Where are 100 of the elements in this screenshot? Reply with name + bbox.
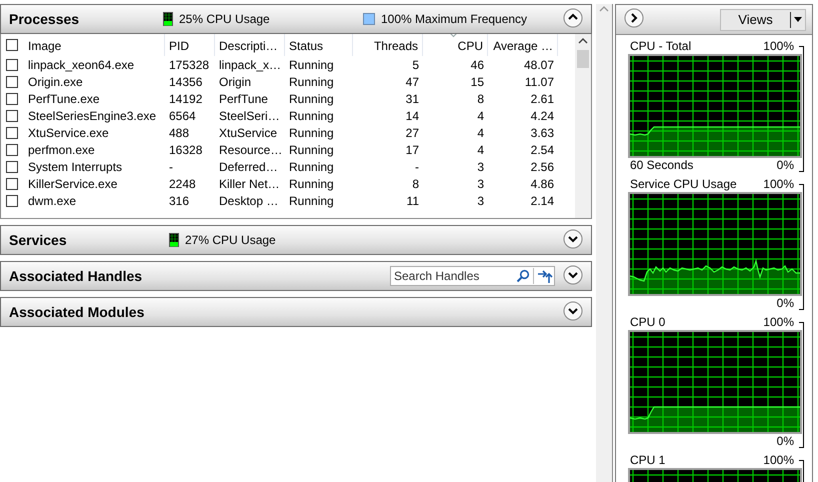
column-header[interactable]: CPU — [458, 39, 483, 53]
column-header[interactable]: PID — [169, 39, 190, 53]
section-header[interactable]: Associated Handles Search Handles — [0, 261, 592, 291]
table-cell: Running — [289, 176, 334, 190]
row-checkbox[interactable] — [6, 58, 18, 70]
section-title: Associated Handles — [9, 268, 144, 284]
column-header[interactable]: Descripti… — [219, 39, 278, 53]
table-cell: SteelSeriesEngine3.exe — [28, 108, 156, 122]
views-button[interactable]: Views — [720, 8, 806, 30]
table-cell: 3 — [477, 194, 484, 208]
row-checkbox[interactable] — [6, 194, 18, 206]
table-cell: 2.54 — [530, 142, 554, 156]
table-cell: Running — [289, 126, 334, 140]
graph-max-label: 100% — [763, 315, 794, 330]
refresh-arrows-icon[interactable] — [537, 268, 553, 284]
search-field[interactable]: Search Handles — [390, 266, 555, 286]
expand-icon[interactable] — [563, 300, 583, 320]
table-cell: 4.86 — [530, 176, 554, 190]
table-cell: KillerService.exe — [28, 176, 118, 190]
cpu-usage-label: 25% CPU Usage — [179, 12, 270, 26]
table-cell: 46 — [470, 58, 484, 72]
table-cell: 2.14 — [530, 194, 554, 208]
table-cell: Resource… — [219, 142, 282, 156]
table-cell: Deferred… — [219, 160, 278, 174]
table-cell: XtuService.exe — [28, 126, 109, 140]
table-cell: 2248 — [169, 176, 196, 190]
section-header[interactable]: Services 27% CPU Usage — [0, 225, 592, 255]
row-checkbox[interactable] — [6, 144, 18, 156]
table-cell: 4.24 — [530, 108, 554, 122]
table-cell: Running — [289, 108, 334, 122]
row-checkbox[interactable] — [6, 76, 18, 88]
table-cell: 8 — [412, 176, 419, 190]
table-cell: PerfTune — [219, 92, 268, 106]
table-cell: 27 — [406, 126, 419, 140]
table-cell: 3.63 — [530, 126, 554, 140]
row-checkbox[interactable] — [6, 126, 18, 138]
table-cell: linpack_x… — [219, 58, 282, 72]
table-cell: 8 — [477, 92, 484, 106]
graph-min-label: 0% — [776, 434, 794, 449]
expand-icon[interactable] — [563, 228, 583, 248]
table-cell: 11 — [406, 194, 419, 208]
table-cell: Running — [289, 74, 334, 88]
cpu-meter-icon — [169, 233, 179, 247]
column-header[interactable]: Average … — [493, 39, 553, 53]
table-cell: 4 — [477, 142, 484, 156]
graph-max-label: 100% — [763, 177, 794, 192]
scroll-thumb[interactable] — [577, 50, 589, 68]
table-cell: 16328 — [169, 142, 202, 156]
graph-min-label: 0% — [776, 296, 794, 311]
select-all-checkbox[interactable] — [6, 39, 18, 51]
dropdown-caret-icon[interactable] — [791, 16, 805, 24]
section-title: Services — [9, 232, 68, 248]
table-cell: 4 — [477, 108, 484, 122]
graph-title: Service CPU Usage — [630, 177, 737, 192]
table-cell: Desktop … — [219, 194, 278, 208]
expand-panel-icon[interactable] — [624, 8, 644, 28]
table-cell: Running — [289, 92, 334, 106]
frequency-swatch-icon — [363, 13, 375, 25]
table-cell: 175328 — [169, 58, 210, 72]
table-cell: 47 — [406, 74, 419, 88]
table-cell: SteelSeri… — [219, 108, 280, 122]
cpu-usage-label: 27% CPU Usage — [185, 233, 276, 247]
table-cell: System Interrupts — [28, 160, 122, 174]
scrollbar[interactable] — [596, 4, 613, 482]
row-checkbox[interactable] — [6, 110, 18, 122]
section-header[interactable]: Associated Modules — [0, 297, 592, 327]
table-cell: Running — [289, 58, 334, 72]
table-cell: Killer Net… — [219, 176, 280, 190]
expand-icon[interactable] — [563, 264, 583, 284]
table-cell: 4 — [477, 126, 484, 140]
collapse-icon[interactable] — [563, 8, 583, 28]
table-cell: Running — [289, 160, 334, 174]
search-icon[interactable] — [516, 269, 530, 283]
table-cell: Origin.exe — [28, 74, 83, 88]
table-cell: - — [169, 160, 173, 174]
table-cell: - — [415, 160, 419, 174]
table-cell: 316 — [169, 194, 190, 208]
cpu-meter-icon — [163, 12, 173, 26]
table-cell: 11.07 — [524, 74, 554, 88]
column-header[interactable]: Threads — [374, 39, 418, 53]
column-header[interactable]: Image — [28, 39, 62, 53]
scrollbar[interactable] — [575, 34, 591, 218]
table-cell: 3 — [477, 176, 484, 190]
graph-max-label: 100% — [763, 39, 794, 54]
max-frequency-label: 100% Maximum Frequency — [381, 12, 528, 26]
table-cell: 2.56 — [530, 160, 554, 174]
table-cell: 31 — [406, 92, 419, 106]
row-checkbox[interactable] — [6, 92, 18, 104]
table-cell: 17 — [406, 142, 419, 156]
table-cell: 6564 — [169, 108, 196, 122]
row-checkbox[interactable] — [6, 160, 18, 172]
column-header[interactable]: Status — [289, 39, 324, 53]
row-checkbox[interactable] — [6, 178, 18, 190]
graph-title: CPU - Total — [630, 39, 692, 54]
table-cell: Origin — [219, 74, 252, 88]
table-cell: 48.07 — [524, 58, 554, 72]
graph-title: CPU 1 — [630, 453, 666, 468]
section-header[interactable]: Processes 25% CPU Usage 100% Maximum Frequency — [0, 4, 592, 34]
section-title: Processes — [9, 11, 80, 27]
table-cell: dwm.exe — [28, 194, 76, 208]
